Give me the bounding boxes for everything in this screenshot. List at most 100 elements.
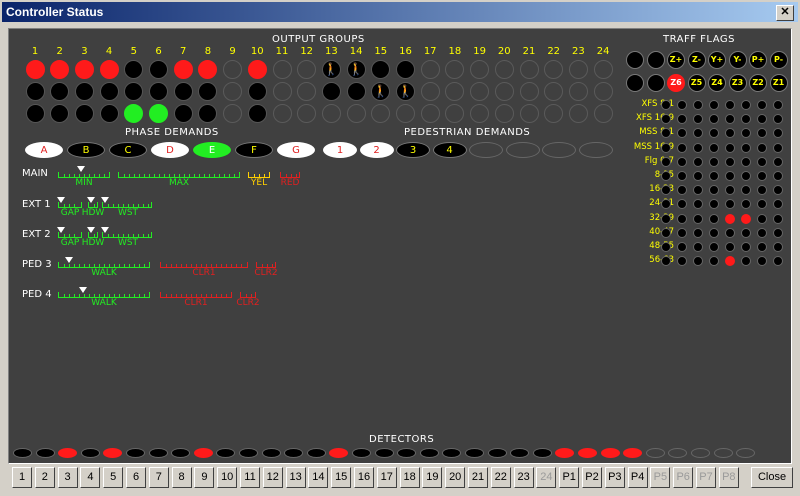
title-bar: Controller Status ✕ [2,2,798,22]
select-button-p4[interactable]: P4 [627,467,648,488]
select-button-15[interactable]: 15 [331,467,352,488]
traff-flag-z2: Z2 [749,74,767,92]
select-button-16[interactable]: 16 [354,467,374,488]
detector-lamp [239,448,258,458]
output-group-number: 1 [31,46,39,57]
timer-tick [89,174,90,177]
select-button-2[interactable]: 2 [34,467,55,488]
pedestrian-demand-3: 3 [396,142,430,158]
select-button-14[interactable]: 14 [308,467,329,488]
select-button-p2[interactable]: P2 [582,467,602,488]
pedestrian-demand-unused [505,142,540,158]
timer-tick [196,294,197,297]
timer-tick [176,264,177,267]
select-button-13[interactable]: 13 [285,467,306,488]
timer-tick [84,264,85,267]
select-button-22[interactable]: 22 [490,467,511,488]
timer-tick [74,264,75,267]
flag-bit [725,242,735,252]
traff-flag-p-: P- [769,51,788,69]
close-icon[interactable]: ✕ [776,5,794,21]
phase-demand-e: E [193,142,231,158]
flag-bit [757,142,767,153]
timer-tick [128,234,129,237]
select-button-p3[interactable]: P3 [604,467,625,488]
select-button-9[interactable]: 9 [194,467,215,488]
timer-tick [123,204,124,207]
flag-bit [741,242,751,252]
select-button-p6: P6 [673,467,694,488]
timer-tick [94,264,95,267]
timer-tick [291,174,292,177]
select-button-1[interactable]: 1 [12,467,32,488]
traff-flag-y-: Y- [728,51,747,69]
pedestrian-demand-unused [578,142,613,158]
output-group-lamp-unused [223,104,243,123]
timer-tick [181,264,182,267]
flag-bit [709,213,719,224]
timer-tick [104,174,105,177]
select-button-5[interactable]: 5 [103,467,124,488]
detector-lamp [352,448,371,458]
flag-bit [773,242,783,252]
timer-tick [194,174,195,177]
flag-bit [661,100,671,110]
select-button-8[interactable]: 8 [171,467,192,488]
output-group-lamp-unused [321,104,341,123]
select-button-20[interactable]: 20 [445,467,466,488]
timer-tick [251,294,252,297]
timer-ped3-clr1-label: CLR1 [192,268,216,278]
detector-lamp [487,448,507,458]
flag-bit [773,227,783,238]
output-group-number: 20 [497,46,511,57]
timer-tick [211,294,212,297]
traff-flag-p+: P+ [749,51,767,69]
phase-demand-d: D [151,142,189,158]
select-button-10[interactable]: 10 [217,467,238,488]
timer-ped4-clr2-label: CLR2 [236,298,260,308]
timer-tick [267,264,268,267]
traff-flags-heading: TRAFF FLAGS [663,34,735,45]
timer-tick [231,264,232,267]
timer-tick [94,174,95,177]
output-group-lamp-unused [272,60,292,79]
traff-flag [646,74,665,92]
select-button-23[interactable]: 23 [513,467,534,488]
select-button-18[interactable]: 18 [399,467,420,488]
select-button-6[interactable]: 6 [126,467,146,488]
timer-tick [254,174,255,177]
timer-tick [133,204,134,207]
output-group-lamp [25,82,45,101]
timer-tick [154,174,155,177]
timer-tick [69,264,70,267]
flag-bit [709,100,719,110]
timer-tick [179,174,180,177]
select-button-11[interactable]: 11 [240,467,260,488]
detectors-heading: DETECTORS [369,434,435,445]
select-button-24: 24 [536,467,557,488]
timer-tick [129,174,130,177]
flag-bit [773,213,783,224]
select-button-17[interactable]: 17 [376,467,397,488]
timer-tick [119,264,120,267]
select-button-7[interactable]: 7 [148,467,169,488]
timer-tick [124,174,125,177]
timer-tick [259,174,260,177]
detector-lamp [465,448,484,458]
select-button-4[interactable]: 4 [80,467,101,488]
timer-tick [262,264,263,267]
flag-bit [693,242,703,252]
select-button-21[interactable]: 21 [468,467,488,488]
select-button-12[interactable]: 12 [262,467,283,488]
select-button-19[interactable]: 19 [422,467,443,488]
close-button[interactable]: Close [751,467,793,488]
timer-tick [209,174,210,177]
select-button-p1[interactable]: P1 [559,467,580,488]
traff-flag-z5: Z5 [687,74,706,92]
detector-lamp [713,448,733,458]
timer-tick [226,264,227,267]
output-group-lamp [173,104,193,123]
select-button-3[interactable]: 3 [57,467,78,488]
output-group-lamp [346,82,366,101]
output-group-lamp-unused [519,60,539,79]
